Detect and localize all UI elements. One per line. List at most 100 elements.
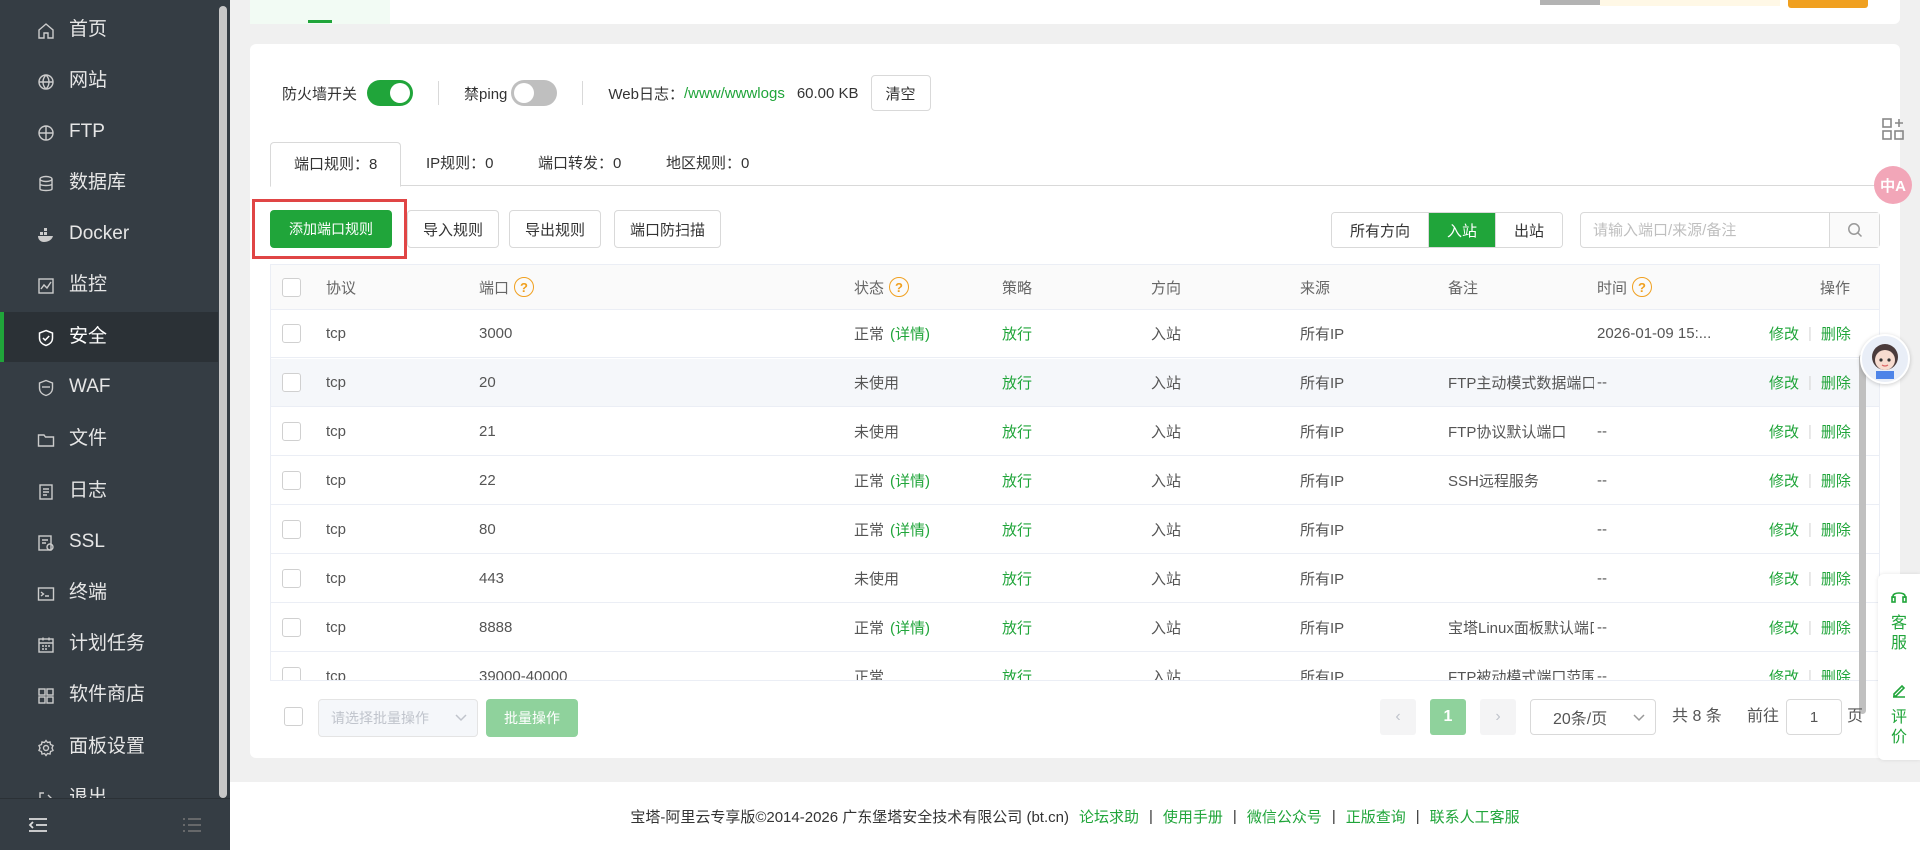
direction-all-button[interactable]: 所有方向 — [1332, 213, 1429, 247]
protocol-cell: tcp — [326, 472, 347, 489]
weblog-path-link[interactable]: /www/wwwlogs — [684, 85, 785, 102]
sidebar-item-security[interactable]: 安全 — [0, 312, 218, 362]
collapse-menu-icon[interactable] — [28, 817, 48, 833]
sidebar-item-logout[interactable]: 退出 — [0, 773, 218, 798]
rule-search-input[interactable] — [1581, 213, 1829, 247]
edit-link[interactable]: 修改 — [1769, 372, 1799, 393]
bulk-select-checkbox[interactable] — [284, 707, 303, 726]
row-checkbox[interactable] — [282, 569, 301, 588]
edit-link[interactable]: 修改 — [1769, 421, 1799, 442]
footer-link-support[interactable]: 联系人工客服 — [1430, 806, 1520, 827]
sidebar-item-store[interactable]: 软件商店 — [0, 670, 218, 720]
delete-link[interactable]: 删除 — [1821, 470, 1851, 491]
sidebar-item-files[interactable]: 文件 — [0, 414, 218, 464]
sidebar-item-logs[interactable]: 日志 — [0, 466, 218, 516]
row-checkbox[interactable] — [282, 324, 301, 343]
tab-ip-rules[interactable]: IP规则：0 — [426, 142, 494, 186]
help-icon[interactable]: ? — [514, 277, 535, 297]
details-link[interactable]: (详情) — [890, 617, 930, 638]
sidebar-item-ftp[interactable]: FTP — [0, 107, 218, 157]
sidebar-item-cron[interactable]: 计划任务 — [0, 619, 218, 669]
row-checkbox[interactable] — [282, 520, 301, 539]
search-icon — [1847, 223, 1862, 238]
export-rules-button[interactable]: 导出规则 — [509, 210, 601, 248]
delete-link[interactable]: 删除 — [1821, 568, 1851, 589]
direction-inbound-button[interactable]: 入站 — [1428, 213, 1496, 247]
details-link[interactable]: (详情) — [890, 323, 930, 344]
firewall-switch-label: 防火墙开关 — [282, 85, 358, 103]
import-rules-button[interactable]: 导入规则 — [407, 210, 499, 248]
next-page-button[interactable]: › — [1480, 699, 1516, 735]
page-size-select[interactable]: 20条/页 — [1530, 699, 1656, 735]
details-link[interactable]: (详情) — [890, 470, 930, 491]
delete-link[interactable]: 删除 — [1821, 519, 1851, 540]
row-checkbox[interactable] — [282, 618, 301, 637]
status-cell: 正常 (详情) — [854, 310, 930, 357]
add-port-rule-button[interactable]: 添加端口规则 — [270, 210, 392, 248]
sidebar-item-docker[interactable]: Docker — [0, 209, 218, 259]
sidebar-item-monitor[interactable]: 监控 — [0, 260, 218, 310]
port-cell: 21 — [479, 423, 496, 440]
clear-log-button[interactable]: 清空 — [870, 75, 931, 111]
page-number-button[interactable]: 1 — [1430, 699, 1466, 735]
sidebar-item-settings[interactable]: 面板设置 — [0, 722, 218, 772]
help-icon[interactable]: ? — [1632, 277, 1653, 297]
table-scrollbar[interactable] — [1859, 354, 1866, 714]
list-icon[interactable] — [182, 817, 202, 833]
status-cell: 正常 (详情) — [854, 604, 930, 651]
direction-cell: 入站 — [1151, 375, 1182, 392]
sidebar-item-waf[interactable]: WAF — [0, 362, 218, 412]
port-anti-scan-button[interactable]: 端口防扫描 — [614, 210, 721, 248]
details-link[interactable]: (详情) — [890, 519, 930, 540]
bulk-action-button[interactable]: 批量操作 — [486, 699, 578, 737]
delete-link[interactable]: 删除 — [1821, 323, 1851, 344]
row-checkbox[interactable] — [282, 422, 301, 441]
edit-link[interactable]: 修改 — [1769, 519, 1799, 540]
col-port: 端口? — [479, 265, 535, 309]
customer-service-button[interactable]: 客服 — [1878, 588, 1920, 654]
edit-link[interactable]: 修改 — [1769, 568, 1799, 589]
tab-region-rules[interactable]: 地区规则：0 — [666, 142, 749, 186]
apps-grid-icon[interactable] — [1880, 116, 1906, 142]
review-button[interactable]: 评价 — [1878, 682, 1920, 748]
sidebar-scrollbar[interactable] — [219, 6, 227, 798]
sidebar-item-website[interactable]: 网站 — [0, 56, 218, 106]
protocol-cell: tcp — [326, 423, 347, 440]
search-button[interactable] — [1829, 213, 1879, 247]
row-checkbox[interactable] — [282, 667, 301, 680]
tab-port-forward[interactable]: 端口转发：0 — [538, 142, 621, 186]
select-all-checkbox[interactable] — [282, 277, 301, 297]
delete-link[interactable]: 删除 — [1821, 617, 1851, 638]
row-checkbox[interactable] — [282, 471, 301, 490]
direction-outbound-button[interactable]: 出站 — [1495, 213, 1563, 247]
edit-link[interactable]: 修改 — [1769, 470, 1799, 491]
sidebar-item-home[interactable]: 首页 — [0, 5, 218, 55]
footer-link-forum[interactable]: 论坛求助 — [1079, 806, 1139, 827]
footer-link-genuine[interactable]: 正版查询 — [1346, 806, 1406, 827]
row-checkbox[interactable] — [282, 373, 301, 392]
goto-page-input[interactable]: 1 — [1786, 699, 1842, 735]
delete-link[interactable]: 删除 — [1821, 666, 1851, 680]
firewall-switch[interactable] — [367, 80, 414, 106]
bulk-action-select[interactable]: 请选择批量操作 — [318, 699, 478, 737]
database-icon — [37, 175, 55, 193]
footer-link-manual[interactable]: 使用手册 — [1163, 806, 1223, 827]
ping-switch[interactable] — [511, 80, 558, 106]
translate-icon[interactable]: 中A — [1874, 166, 1912, 204]
prev-page-button[interactable]: ‹ — [1380, 699, 1416, 735]
help-icon[interactable]: ? — [889, 277, 910, 297]
delete-link[interactable]: 删除 — [1821, 421, 1851, 442]
delete-link[interactable]: 删除 — [1821, 372, 1851, 393]
tab-port-rules[interactable]: 端口规则：8 — [270, 142, 402, 187]
top-orange-button[interactable] — [1788, 0, 1868, 8]
footer-link-wechat[interactable]: 微信公众号 — [1247, 806, 1322, 827]
edit-link[interactable]: 修改 — [1769, 666, 1799, 680]
edit-link[interactable]: 修改 — [1769, 617, 1799, 638]
assistant-avatar[interactable] — [1860, 334, 1910, 384]
edit-link[interactable]: 修改 — [1769, 323, 1799, 344]
row-select-cell — [282, 408, 301, 455]
sidebar-item-terminal[interactable]: 终端 — [0, 568, 218, 618]
sidebar-item-label: 计划任务 — [69, 633, 146, 654]
sidebar-item-ssl[interactable]: SSL — [0, 517, 218, 567]
sidebar-item-database[interactable]: 数据库 — [0, 158, 218, 208]
